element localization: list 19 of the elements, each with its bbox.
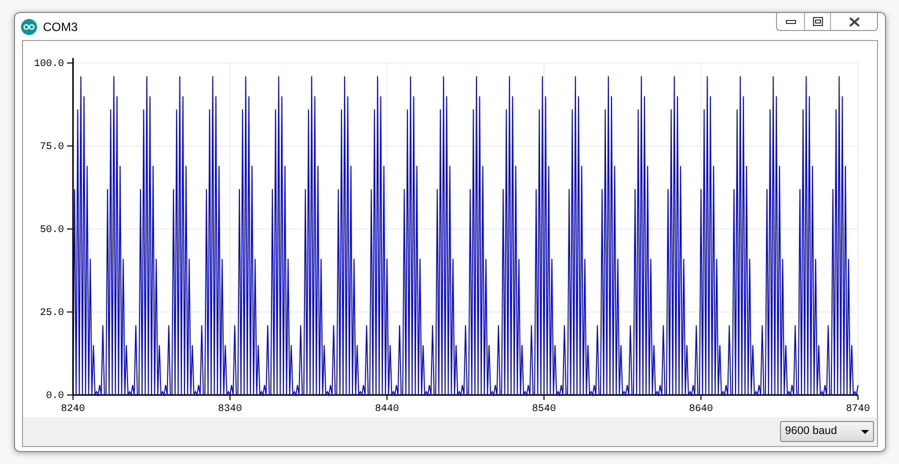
close-icon — [848, 16, 860, 26]
x-tick-label: 8340 — [218, 404, 242, 415]
app-icon — [21, 18, 37, 34]
y-tick-label: 50.0 — [40, 225, 64, 236]
x-tick-label: 8240 — [61, 404, 85, 415]
x-tick-label: 8540 — [532, 404, 556, 415]
x-tick-label: 8440 — [375, 404, 399, 415]
caret-icon — [861, 430, 869, 434]
y-tick-label: 0.0 — [46, 391, 64, 402]
restore-icon — [812, 17, 822, 26]
y-tick-label: 75.0 — [40, 142, 64, 153]
minimize-button[interactable] — [777, 13, 805, 30]
x-tick-label: 8740 — [846, 404, 870, 415]
baud-rate-dropdown[interactable]: 9600 baud — [780, 421, 874, 442]
window-title: COM3 — [43, 18, 78, 36]
y-tick-label: 25.0 — [40, 308, 64, 319]
y-tick-label: 100.0 — [34, 59, 64, 70]
minimize-icon — [786, 20, 796, 24]
x-tick-label: 8640 — [689, 404, 713, 415]
